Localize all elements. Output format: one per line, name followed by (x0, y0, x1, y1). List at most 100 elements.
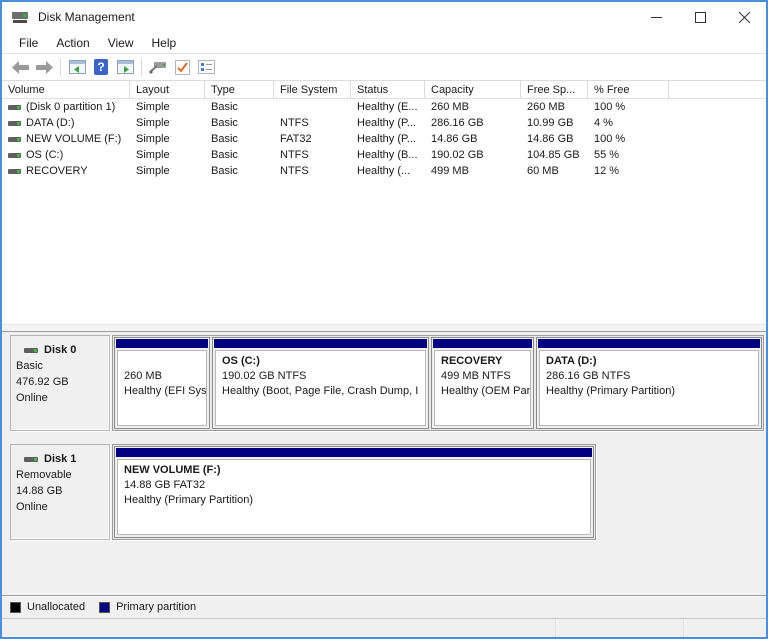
partition-color-bar (214, 339, 427, 348)
column-header-status[interactable]: Status (351, 81, 425, 98)
close-button[interactable] (722, 2, 766, 32)
legend-unallocated: Unallocated (10, 601, 85, 613)
cell-status: Healthy (E... (357, 101, 418, 113)
table-row[interactable]: OS (C:) Simple Basic NTFS Healthy (B... … (2, 147, 766, 163)
partition-status: Healthy (Primary Partition) (546, 385, 675, 397)
cell-file-system: NTFS (280, 165, 309, 177)
toolbar-separator (141, 58, 142, 76)
help-button[interactable]: ? (89, 56, 113, 78)
disk-0-label-panel[interactable]: Disk 0 Basic 476.92 GB Online (10, 335, 110, 431)
show-console-tree-button[interactable] (65, 56, 89, 78)
forward-icon (35, 60, 53, 74)
partition-title: RECOVERY (441, 355, 503, 367)
column-header-volume[interactable]: Volume (2, 81, 130, 98)
unallocated-swatch (10, 601, 21, 613)
partition-os-c[interactable]: OS (C:) 190.02 GB NTFS Healthy (Boot, Pa… (212, 337, 429, 429)
column-header-file-system[interactable]: File System (274, 81, 351, 98)
table-row[interactable]: (Disk 0 partition 1) Simple Basic Health… (2, 99, 766, 115)
cell-volume: RECOVERY (26, 165, 88, 177)
disk-1-row: Disk 1 Removable 14.88 GB Online NEW VOL… (10, 444, 766, 540)
menu-view[interactable]: View (99, 34, 143, 52)
back-icon (11, 60, 29, 74)
partition-status: Healthy (Primary Partition) (124, 494, 253, 506)
volume-list-header: Volume Layout Type File System Status Ca… (2, 81, 766, 99)
partition-status: Healthy (EFI Syst (124, 385, 207, 397)
table-row[interactable]: DATA (D:) Simple Basic NTFS Healthy (P..… (2, 115, 766, 131)
disk-1-label-panel[interactable]: Disk 1 Removable 14.88 GB Online (10, 444, 110, 540)
cell-free-space: 14.86 GB (527, 133, 574, 145)
legend-primary-partition: Primary partition (99, 601, 196, 613)
disk-state: Online (16, 392, 48, 404)
column-header-free-space[interactable]: Free Sp... (521, 81, 588, 98)
cell-pct-free: 55 % (594, 149, 620, 161)
partition-new-volume-f[interactable]: NEW VOLUME (F:) 14.88 GB FAT32 Healthy (… (114, 446, 594, 538)
disk-tool-icon (149, 62, 166, 74)
properties-button[interactable] (194, 56, 218, 78)
window-controls (634, 2, 766, 32)
partition-title: OS (C:) (222, 355, 260, 367)
legend-label: Unallocated (27, 601, 86, 613)
status-pane (556, 619, 684, 637)
disk-icon (24, 347, 38, 353)
partition-efi[interactable]: 260 MB Healthy (EFI Syst (114, 337, 210, 429)
cell-file-system: NTFS (280, 117, 309, 129)
cell-status: Healthy (... (357, 165, 411, 177)
disk-state: Online (16, 501, 48, 513)
cell-type: Basic (211, 101, 238, 113)
menu-file[interactable]: File (10, 34, 47, 52)
pane-splitter[interactable] (2, 324, 766, 332)
disk-0-partitions: 260 MB Healthy (EFI Syst OS (C:) 190.02 … (112, 335, 764, 431)
cell-volume: OS (C:) (26, 149, 64, 161)
partition-size: 260 MB (124, 370, 162, 382)
partition-size: 499 MB NTFS (441, 370, 511, 382)
status-bar (2, 619, 766, 637)
cell-pct-free: 100 % (594, 101, 626, 113)
back-button[interactable] (8, 56, 32, 78)
table-row[interactable]: NEW VOLUME (F:) Simple Basic FAT32 Healt… (2, 131, 766, 147)
partition-color-bar (538, 339, 760, 348)
volume-icon (8, 136, 21, 142)
partition-data-d[interactable]: DATA (D:) 286.16 GB NTFS Healthy (Primar… (536, 337, 762, 429)
rescan-disks-button[interactable] (146, 56, 170, 78)
help-icon: ? (94, 59, 108, 75)
column-header-capacity[interactable]: Capacity (425, 81, 521, 98)
show-action-pane-button[interactable] (113, 56, 137, 78)
disk-0-row: Disk 0 Basic 476.92 GB Online 260 MB Hea… (10, 335, 766, 431)
legend-bar: Unallocated Primary partition (2, 595, 766, 619)
table-row[interactable]: RECOVERY Simple Basic NTFS Healthy (... … (2, 163, 766, 179)
cell-capacity: 286.16 GB (431, 117, 484, 129)
column-header-pct-free[interactable]: % Free (588, 81, 669, 98)
partition-size: 190.02 GB NTFS (222, 370, 307, 382)
graphical-view: Disk 0 Basic 476.92 GB Online 260 MB Hea… (2, 332, 766, 595)
status-pane (2, 619, 556, 637)
menu-action[interactable]: Action (47, 34, 98, 52)
partition-color-bar (433, 339, 532, 348)
toolbar: ? (2, 54, 766, 81)
disk-1-partitions: NEW VOLUME (F:) 14.88 GB FAT32 Healthy (… (112, 444, 596, 540)
column-header-layout[interactable]: Layout (130, 81, 205, 98)
partition-color-bar (116, 448, 592, 457)
legend-label: Primary partition (116, 601, 197, 613)
partition-recovery[interactable]: RECOVERY 499 MB NTFS Healthy (OEM Part (431, 337, 534, 429)
show-action-pane-icon (116, 60, 134, 74)
cell-status: Healthy (B... (357, 149, 418, 161)
partition-title (124, 354, 200, 369)
forward-button[interactable] (32, 56, 56, 78)
checkmark-icon (174, 59, 190, 75)
maximize-button[interactable] (678, 2, 722, 32)
disk-management-app-icon (12, 10, 30, 24)
disk-management-window: Disk Management File Action View Help ? … (0, 0, 768, 639)
cell-type: Basic (211, 133, 238, 145)
cell-free-space: 60 MB (527, 165, 559, 177)
minimize-button[interactable] (634, 2, 678, 32)
menu-help[interactable]: Help (143, 34, 186, 52)
menu-bar: File Action View Help (2, 32, 766, 54)
cell-capacity: 499 MB (431, 165, 469, 177)
check-button[interactable] (170, 56, 194, 78)
cell-status: Healthy (P... (357, 133, 417, 145)
column-header-type[interactable]: Type (205, 81, 274, 98)
cell-pct-free: 100 % (594, 133, 626, 145)
column-header-filler (669, 81, 766, 98)
partition-status: Healthy (Boot, Page File, Crash Dump, I (222, 385, 419, 397)
properties-icon (197, 60, 215, 74)
